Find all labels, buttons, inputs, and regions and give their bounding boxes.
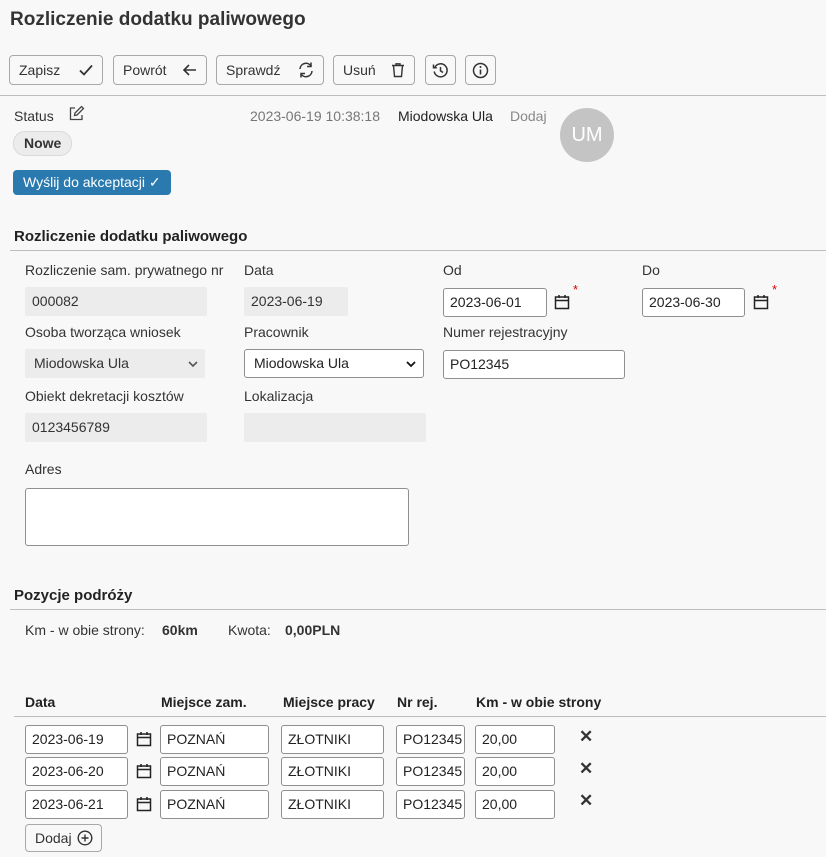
amount-value: 0,00PLN — [285, 622, 341, 638]
save-button[interactable]: Zapisz — [9, 55, 103, 85]
trips-section-title: Pozycje podróży — [14, 587, 133, 604]
column-header: Miejsce zam. — [161, 694, 247, 710]
column-header: Miejsce pracy — [283, 694, 375, 710]
info-icon — [472, 62, 489, 78]
history-button[interactable] — [425, 55, 456, 85]
remove-row-icon[interactable]: ✕ — [579, 728, 593, 745]
row-home-input[interactable]: POZNAŃ — [160, 757, 269, 786]
row-km-input[interactable]: 20,00 — [475, 757, 555, 786]
cost-object-field: 0123456789 — [25, 413, 207, 442]
location-field — [244, 413, 426, 442]
row-work-input[interactable]: ZŁOTNIKI — [281, 790, 384, 819]
status-label: Status — [14, 108, 54, 124]
to-date-input[interactable]: 2023-06-30 — [642, 288, 745, 317]
info-button[interactable] — [465, 55, 496, 85]
edit-icon[interactable] — [68, 105, 85, 122]
reg-no-input[interactable]: PO12345 — [443, 350, 625, 379]
add-row-button[interactable]: Dodaj — [25, 824, 102, 852]
required-marker: * — [772, 282, 778, 297]
employee-select[interactable]: Miodowska Ula — [244, 349, 424, 378]
status-badge: Nowe — [13, 131, 73, 156]
toolbar-divider — [0, 95, 826, 96]
send-for-approval-button[interactable]: Wyślij do akceptacji ✓ — [13, 170, 171, 195]
cost-object-label: Obiekt dekretacji kosztów — [25, 388, 184, 404]
table-header-divider — [14, 716, 826, 717]
back-label: Powrót — [123, 62, 167, 78]
date-field: 2023-06-19 — [244, 287, 348, 316]
form-section-divider — [10, 250, 826, 251]
save-label: Zapisz — [19, 62, 61, 78]
calendar-icon[interactable] — [136, 731, 152, 747]
delete-button[interactable]: Usuń — [333, 55, 415, 85]
row-km-input[interactable]: 20,00 — [475, 790, 555, 819]
row-date-input[interactable]: 2023-06-20 — [25, 757, 128, 786]
row-date-input[interactable]: 2023-06-21 — [25, 790, 128, 819]
location-label: Lokalizacja — [244, 388, 314, 404]
date-label: Data — [244, 262, 274, 278]
delete-label: Usuń — [343, 62, 376, 78]
plus-circle-icon — [77, 830, 93, 846]
check-button[interactable]: Sprawdź — [216, 55, 324, 85]
row-home-input[interactable]: POZNAŃ — [160, 725, 269, 754]
calendar-icon[interactable] — [753, 294, 769, 310]
check-label: Sprawdź — [226, 62, 281, 78]
amount-label: Kwota: — [228, 622, 271, 638]
creator-label: Osoba tworząca wniosek — [25, 324, 181, 340]
reg-no-label: Numer rejestracyjny — [443, 324, 568, 340]
row-work-input[interactable]: ZŁOTNIKI — [281, 757, 384, 786]
from-date-input[interactable]: 2023-06-01 — [443, 288, 547, 317]
row-reg-input[interactable]: PO12345 — [396, 757, 465, 786]
column-header: Nr rej. — [397, 694, 438, 710]
row-km-input[interactable]: 20,00 — [475, 725, 555, 754]
chevron-down-icon — [188, 360, 198, 367]
remove-row-icon[interactable]: ✕ — [579, 792, 593, 809]
employee-value: Miodowska Ula — [254, 355, 349, 371]
column-header: Km - w obie strony — [476, 694, 602, 710]
row-date-input[interactable]: 2023-06-19 — [25, 725, 128, 754]
row-reg-input[interactable]: PO12345 — [396, 725, 465, 754]
to-label: Do — [642, 262, 660, 278]
km-value: 60km — [162, 622, 198, 638]
calendar-icon[interactable] — [554, 294, 570, 310]
check-icon — [79, 64, 93, 76]
row-work-input[interactable]: ZŁOTNIKI — [281, 725, 384, 754]
settlement-no-label: Rozliczenie sam. prywatnego nr — [25, 262, 224, 278]
avatar: UM — [560, 108, 614, 162]
settlement-no-field: 000082 — [25, 287, 207, 316]
add-row-label: Dodaj — [35, 830, 72, 846]
address-textarea[interactable] — [25, 488, 409, 546]
history-icon — [432, 62, 448, 77]
form-section-title: Rozliczenie dodatku paliwowego — [14, 228, 248, 245]
trash-icon — [392, 63, 404, 78]
km-label: Km - w obie strony: — [25, 622, 145, 638]
required-marker: * — [573, 282, 579, 297]
refresh-icon — [299, 62, 313, 78]
trips-section-divider — [10, 609, 826, 610]
calendar-icon[interactable] — [136, 763, 152, 779]
row-reg-input[interactable]: PO12345 — [396, 790, 465, 819]
page-title: Rozliczenie dodatku paliwowego — [10, 9, 306, 30]
arrow-left-icon — [182, 64, 196, 76]
column-header: Data — [25, 694, 56, 710]
from-label: Od — [443, 262, 462, 278]
row-home-input[interactable]: POZNAŃ — [160, 790, 269, 819]
chevron-down-icon — [406, 360, 416, 367]
status-user: Miodowska Ula — [398, 108, 493, 124]
creator-value: Miodowska Ula — [34, 355, 129, 371]
employee-label: Pracownik — [244, 324, 309, 340]
creator-select: Miodowska Ula — [25, 349, 205, 378]
calendar-icon[interactable] — [136, 796, 152, 812]
status-timestamp: 2023-06-19 10:38:18 — [250, 108, 380, 124]
address-label: Adres — [25, 461, 62, 477]
add-link[interactable]: Dodaj — [510, 108, 547, 124]
back-button[interactable]: Powrót — [113, 55, 207, 85]
remove-row-icon[interactable]: ✕ — [579, 760, 593, 777]
